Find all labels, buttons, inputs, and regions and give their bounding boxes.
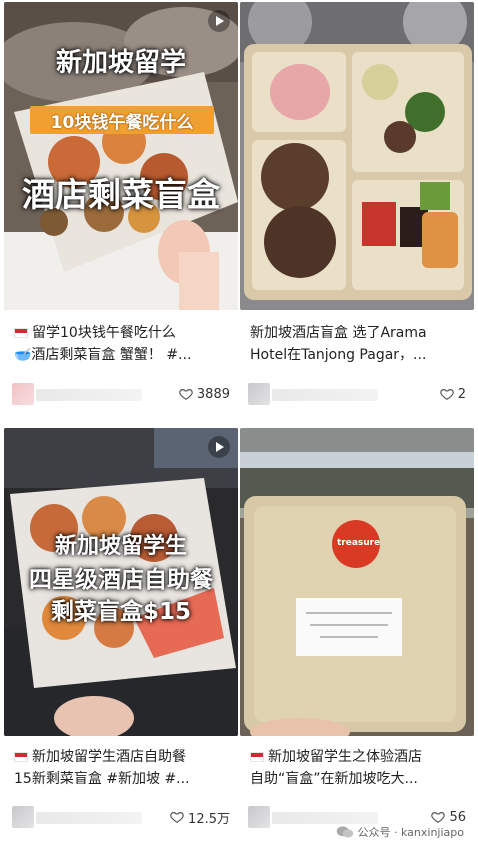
card-3-title-line-1: 新加坡留学生酒店自助餐 xyxy=(32,749,186,765)
heart-outline-icon xyxy=(439,389,454,400)
card-1-cover-image[interactable]: 新加坡留学 10块钱午餐吃什么 酒店剩菜盲盒 xyxy=(4,2,238,310)
note-card-3[interactable]: 新加坡留学生 四星级酒店自助餐 剩菜盲盒$15 新加坡留学生酒店自助餐 15新剩… xyxy=(4,428,238,848)
wechat-watermark: 公众号 · kanxinjiapo xyxy=(336,824,464,840)
card-1-overlay-line-3: 酒店剩菜盲盒 xyxy=(22,175,220,214)
author-name-blurred xyxy=(272,812,378,824)
card-3-title[interactable]: 新加坡留学生酒店自助餐 15新剩菜盲盒 #新加坡 #... xyxy=(14,746,230,790)
heart-outline-icon xyxy=(170,812,184,823)
card-3-title-line-2: 15新剩菜盲盒 #新加坡 #... xyxy=(14,771,190,787)
card-2-like-count: 2 xyxy=(457,386,466,402)
author-name-blurred xyxy=(36,812,142,824)
card-1-title-line-2: 🥣酒店剩菜盲盒 蟹蟹！ #... xyxy=(14,347,192,363)
card-2-likes[interactable]: 2 xyxy=(439,383,466,405)
play-icon xyxy=(208,10,230,32)
card-4-title-line-1: 新加坡留学生之体验酒店 xyxy=(268,749,422,765)
note-card-2[interactable]: 新加坡酒店盲盒 选了Arama Hotel在Tanjong Pagar，... … xyxy=(240,2,474,424)
avatar xyxy=(248,383,270,405)
note-card-4[interactable]: treasure 新加坡留学生之体验酒店 自助“盲盒”在新加坡吃大... 56 xyxy=(240,428,474,848)
heart-outline-icon xyxy=(179,389,193,400)
heart-outline-icon xyxy=(431,812,446,823)
wechat-icon xyxy=(336,826,353,838)
card-3-overlay-line-1: 新加坡留学生 xyxy=(54,534,187,559)
card-2-cover-image[interactable] xyxy=(240,2,474,310)
card-4-cover-image[interactable]: treasure xyxy=(240,428,474,736)
card-1-title-line-1: 留学10块钱午餐吃什么 xyxy=(32,325,176,341)
author-name-blurred xyxy=(272,389,378,401)
author-name-blurred xyxy=(36,389,142,401)
card-3-likes[interactable]: 12.5万 xyxy=(170,806,230,828)
card-3-overlay-line-3: 剩菜盲盒$15 xyxy=(50,599,191,625)
note-card-1[interactable]: 新加坡留学 10块钱午餐吃什么 酒店剩菜盲盒 留学10块钱午餐吃什么 🥣酒店剩菜… xyxy=(4,2,238,424)
card-1-overlay-line-2: 10块钱午餐吃什么 xyxy=(50,113,194,133)
card-1-like-count: 3889 xyxy=(196,386,230,402)
avatar xyxy=(12,383,34,405)
card-1-overlay-line-1: 新加坡留学 xyxy=(55,48,186,78)
card-4-like-count: 56 xyxy=(449,809,466,825)
card-1-title[interactable]: 留学10块钱午餐吃什么 🥣酒店剩菜盲盒 蟹蟹！ #... xyxy=(14,322,230,366)
singapore-flag-icon xyxy=(250,752,264,762)
card-3-overlay-line-2: 四星级酒店自助餐 xyxy=(29,567,213,593)
card-2-title-line-1: 新加坡酒店盲盒 选了Arama xyxy=(250,325,427,341)
card-4-title-line-2: 自助“盲盒”在新加坡吃大... xyxy=(250,771,418,787)
singapore-flag-icon xyxy=(14,328,28,338)
card-2-title-line-2: Hotel在Tanjong Pagar，... xyxy=(250,347,427,363)
card-3-cover-image[interactable]: 新加坡留学生 四星级酒店自助餐 剩菜盲盒$15 xyxy=(4,428,238,736)
avatar xyxy=(12,806,34,828)
card-3-like-count: 12.5万 xyxy=(188,811,230,827)
card-2-title[interactable]: 新加坡酒店盲盒 选了Arama Hotel在Tanjong Pagar，... xyxy=(250,322,466,366)
play-icon xyxy=(208,436,230,458)
avatar xyxy=(248,806,270,828)
card-4-title[interactable]: 新加坡留学生之体验酒店 自助“盲盒”在新加坡吃大... xyxy=(250,746,466,790)
watermark-label: 公众号 · kanxinjiapo xyxy=(357,826,464,839)
card-4-box-logo-text: treasure xyxy=(337,538,381,548)
singapore-flag-icon xyxy=(14,752,28,762)
card-1-likes[interactable]: 3889 xyxy=(179,383,230,405)
